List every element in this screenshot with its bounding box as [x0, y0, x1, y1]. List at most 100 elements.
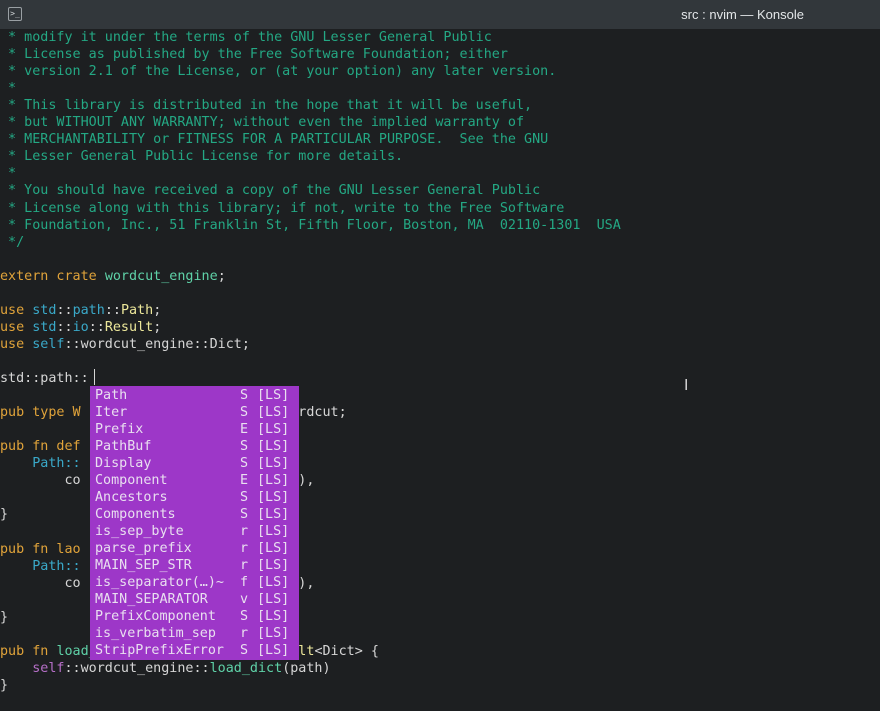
completion-source: [LS] [257, 439, 290, 454]
completion-source: [LS] [257, 558, 290, 573]
window-title: src : nvim — Konsole [681, 7, 804, 22]
code-token: path [72, 302, 105, 318]
completion-word: Iter [95, 405, 128, 420]
completion-word: StripPrefixError [95, 643, 224, 658]
code-line: self::wordcut_engine::load_dict(path) [0, 660, 331, 677]
completion-kind: S [240, 456, 249, 471]
completion-word: MAIN_SEP_STR [95, 558, 192, 573]
completion-source: [LS] [257, 609, 290, 624]
completion-word: is_verbatim_sep [95, 626, 216, 641]
code-line: * [0, 165, 16, 182]
completion-word: Path [95, 388, 128, 403]
code-token: Path:: [0, 456, 81, 472]
completion-item[interactable]: MAIN_SEP_STR r [LS] [95, 557, 289, 574]
code-token: ::wordcut_engine:: [64, 660, 210, 676]
code-token: } [0, 609, 9, 625]
code-token: Path:: [0, 558, 81, 574]
code-token: * [0, 81, 17, 97]
terminal-area[interactable]: * modify it under the terms of the GNU L… [0, 29, 880, 711]
completion-item[interactable]: Path S [LS] [95, 387, 289, 404]
completion-item[interactable]: Iter S [LS] [95, 404, 289, 421]
code-token: :: [56, 302, 73, 318]
completion-item[interactable]: is_separator(…)~ f [LS] [95, 574, 289, 591]
code-token: :: [64, 336, 81, 352]
completion-item[interactable]: is_verbatim_sep r [LS] [95, 625, 289, 642]
code-token: * You should have received a copy of the… [0, 183, 541, 199]
completion-kind: E [240, 473, 249, 488]
completion-word: Components [95, 507, 176, 522]
completion-kind: f [240, 575, 249, 590]
code-token: pub fn def [0, 439, 81, 455]
completion-kind: S [240, 609, 249, 624]
completion-source: [LS] [257, 626, 290, 641]
completion-item[interactable]: Display S [LS] [95, 455, 289, 472]
completion-item[interactable]: MAIN_SEPARATOR v [LS] [95, 591, 289, 608]
code-token: ), [298, 575, 315, 591]
code-token: co [0, 575, 81, 591]
completion-kind: S [240, 388, 249, 403]
completion-item[interactable]: Component E [LS] [95, 472, 289, 489]
completion-kind: S [240, 643, 249, 658]
i-beam-cursor-icon: I [684, 376, 689, 394]
code-token: pub fn [0, 643, 57, 659]
code-token: load_dict [209, 660, 283, 676]
code-line: use self::wordcut_engine::Dict; [0, 336, 250, 353]
code-token: ), [298, 473, 315, 489]
completion-item[interactable]: is_sep_byte r [LS] [95, 523, 289, 540]
code-token: (path) [282, 660, 331, 676]
completion-source: [LS] [257, 473, 290, 488]
code-token: * MERCHANTABILITY or FITNESS FOR A PARTI… [0, 132, 549, 148]
completion-item[interactable]: parse_prefix r [LS] [95, 540, 289, 557]
code-token: Result [104, 319, 154, 335]
code-token: pub type W [0, 405, 81, 421]
code-token: ; [217, 268, 226, 284]
completion-word: Display [95, 456, 152, 471]
completion-word: PrefixComponent [95, 609, 216, 624]
code-token: std [32, 319, 57, 335]
code-line: * This library is distributed in the hop… [0, 97, 532, 114]
code-token: co [0, 473, 81, 489]
code-line: use std::path::Path; [0, 302, 161, 319]
window-titlebar[interactable]: >_ src : nvim — Konsole [0, 0, 880, 30]
completion-word: PathBuf [95, 439, 152, 454]
code-line: * [0, 80, 16, 97]
code-token: } [0, 677, 9, 693]
code-token: <Dict> { [314, 643, 379, 659]
code-token: * License along with this library; if no… [0, 200, 565, 216]
code-token: */ [0, 234, 25, 250]
code-line: use std::io::Result; [0, 319, 161, 336]
completion-kind: S [240, 507, 249, 522]
completion-source: [LS] [257, 422, 290, 437]
code-line: * Foundation, Inc., 51 Franklin St, Fift… [0, 217, 621, 234]
completion-source: [LS] [257, 524, 290, 539]
completion-source: [LS] [257, 456, 290, 471]
completion-kind: r [240, 524, 249, 539]
completion-item[interactable]: Ancestors S [LS] [95, 489, 289, 506]
completion-item[interactable]: Components S [LS] [95, 506, 289, 523]
completion-item[interactable]: Prefix E [LS] [95, 421, 289, 438]
completion-kind: S [240, 490, 249, 505]
code-token: * [0, 166, 17, 182]
completion-source: [LS] [257, 490, 290, 505]
code-token: * Lesser General Public License for more… [0, 149, 404, 165]
completion-word: Ancestors [95, 490, 168, 505]
code-line: * but WITHOUT ANY WARRANTY; without even… [0, 114, 524, 131]
code-token: std [32, 302, 57, 318]
code-token: :: [104, 302, 121, 318]
code-token: * Foundation, Inc., 51 Franklin St, Fift… [0, 217, 621, 233]
completion-popup[interactable]: Path S [LS] Iter S [LS] Prefix E [LS] PathBuf S [LS… [90, 386, 299, 660]
code-token: use [0, 302, 33, 318]
code-token: * License as published by the Free Softw… [0, 47, 508, 63]
code-token: wordcut_engine [104, 268, 218, 284]
code-line: } [0, 677, 8, 694]
completion-item[interactable]: PrefixComponent S [LS] [95, 608, 289, 625]
completion-source: [LS] [257, 592, 290, 607]
code-token: self [32, 336, 65, 352]
completion-kind: r [240, 541, 249, 556]
code-token: } [0, 507, 9, 523]
completion-kind: S [240, 405, 249, 420]
code-token: Path [120, 302, 154, 318]
completion-item[interactable]: PathBuf S [LS] [95, 438, 289, 455]
completion-word: parse_prefix [95, 541, 192, 556]
completion-item[interactable]: StripPrefixError S [LS] [95, 642, 289, 659]
